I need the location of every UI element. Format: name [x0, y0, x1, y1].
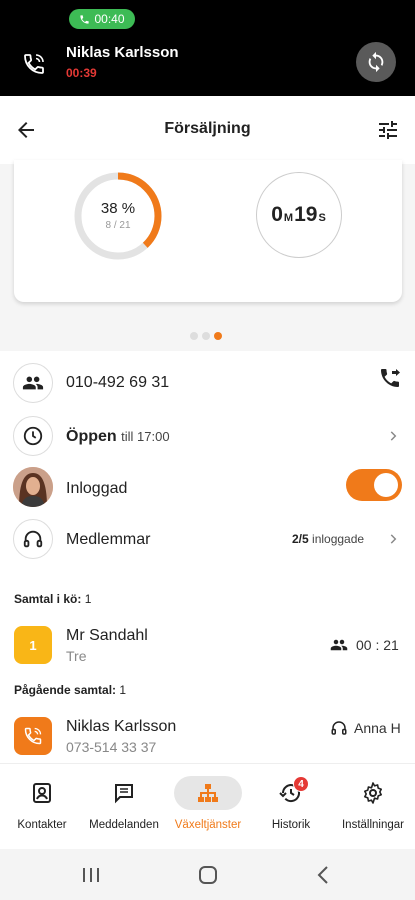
nav-contacts[interactable]: Kontakter — [8, 764, 76, 850]
recent-apps-icon[interactable] — [80, 865, 102, 885]
ongoing-call-badge — [14, 717, 52, 755]
group-icon-circle — [13, 363, 53, 403]
clock-icon-circle — [13, 416, 53, 456]
home-icon[interactable] — [197, 865, 219, 885]
open-until: till 17:00 — [121, 429, 170, 444]
gear-icon — [364, 782, 382, 804]
members-count: 2/5 inloggade — [292, 532, 364, 546]
call-forward-icon[interactable] — [378, 366, 402, 390]
org-chart-icon — [198, 784, 218, 802]
group-icon — [22, 376, 44, 390]
nav-switch-services[interactable]: Växeltjänster — [172, 764, 244, 850]
wait-seconds-unit: S — [318, 212, 326, 224]
carousel-dot-active[interactable] — [214, 332, 222, 340]
sync-icon — [368, 51, 384, 73]
answered-percent: 38 % — [100, 200, 136, 217]
wait-seconds: 19 — [294, 203, 318, 226]
call-duration-pill[interactable]: 00:40 — [69, 9, 135, 29]
ongoing-count: 1 — [119, 683, 127, 697]
group-details — [0, 351, 415, 763]
opening-hours[interactable]: Öppen till 17:00 — [66, 428, 170, 446]
nav-label: Växeltjänster — [174, 819, 242, 831]
nav-label: Inställningar — [341, 819, 404, 831]
caller-name: Niklas Karlsson — [66, 44, 179, 61]
contacts-icon — [33, 783, 51, 803]
call-timer: 00:39 — [66, 66, 97, 80]
ongoing-label: Pågående samtal: — [14, 683, 117, 697]
members-count-value: 2/5 — [292, 532, 309, 546]
wait-time-circle: 0 M 19 S — [256, 172, 342, 258]
bottom-navigation: Kontakter Meddelanden Växeltjänster 4 Hi… — [0, 763, 415, 849]
queue-wait-time: 00 : 21 — [356, 637, 399, 653]
ongoing-caller-number: 073-514 33 37 — [66, 739, 157, 755]
wait-minutes: 0 — [271, 203, 283, 226]
group-icon — [330, 639, 348, 651]
swap-call-button[interactable] — [356, 42, 396, 82]
phone-in-call-icon — [24, 54, 44, 74]
ongoing-caller-name[interactable]: Niklas Karlsson — [66, 718, 176, 736]
active-call-bar[interactable]: 00:40 Niklas Karlsson 00:39 — [0, 0, 415, 96]
queue-caller-name[interactable]: Mr Sandahl — [66, 627, 148, 645]
carousel-dot[interactable] — [202, 332, 210, 340]
system-navigation-bar — [0, 849, 415, 900]
avatar-image — [13, 467, 53, 507]
app-header: Försäljning — [0, 96, 415, 164]
headset-icon — [23, 530, 43, 548]
queue-count: 1 — [84, 592, 92, 606]
pill-time: 00:40 — [94, 12, 125, 26]
ongoing-agent: Anna H — [330, 719, 401, 737]
carousel-dot[interactable] — [190, 332, 198, 340]
queue-caller-operator: Tre — [66, 648, 87, 664]
nav-label: Historik — [271, 819, 311, 831]
login-toggle[interactable] — [346, 469, 402, 501]
headset-icon — [331, 721, 347, 735]
history-badge: 4 — [293, 776, 309, 792]
queue-position-badge: 1 — [14, 626, 52, 664]
nav-history[interactable]: 4 Historik — [257, 764, 325, 850]
back-icon[interactable] — [313, 865, 335, 885]
tune-icon[interactable] — [376, 118, 400, 142]
stats-card[interactable]: 38 % 8 / 21 0 M 19 S — [14, 160, 402, 302]
ongoing-agent-name: Anna H — [354, 720, 401, 736]
chevron-right-icon[interactable] — [386, 429, 400, 443]
nav-messages[interactable]: Meddelanden — [88, 764, 160, 850]
avatar — [13, 467, 53, 507]
nav-label: Kontakter — [17, 819, 67, 831]
members-label[interactable]: Medlemmar — [66, 531, 150, 549]
toggle-knob — [374, 473, 398, 497]
page-title: Försäljning — [164, 120, 251, 137]
nav-settings[interactable]: Inställningar — [334, 764, 412, 850]
nav-label: Meddelanden — [89, 819, 159, 831]
queue-wait: 00 : 21 — [330, 636, 399, 654]
queue-label: Samtal i kö: — [14, 592, 82, 606]
ongoing-section-label: Pågående samtal: 1 — [14, 683, 126, 697]
headset-icon-circle — [13, 519, 53, 559]
login-status: Inloggad — [66, 480, 128, 497]
answered-ratio: 8 / 21 — [105, 220, 131, 231]
chevron-right-icon[interactable] — [386, 532, 400, 546]
wait-minutes-unit: M — [283, 212, 294, 224]
members-count-suffix: inloggade — [312, 532, 365, 546]
message-icon — [115, 784, 133, 804]
open-status: Öppen — [66, 428, 117, 445]
group-phone-number[interactable]: 010-492 69 31 — [66, 374, 169, 392]
phone-in-call-icon — [24, 727, 42, 745]
carousel-indicator[interactable] — [190, 332, 222, 340]
clock-icon — [23, 426, 43, 446]
phone-icon — [80, 14, 90, 24]
queue-section-label: Samtal i kö: 1 — [14, 592, 91, 606]
